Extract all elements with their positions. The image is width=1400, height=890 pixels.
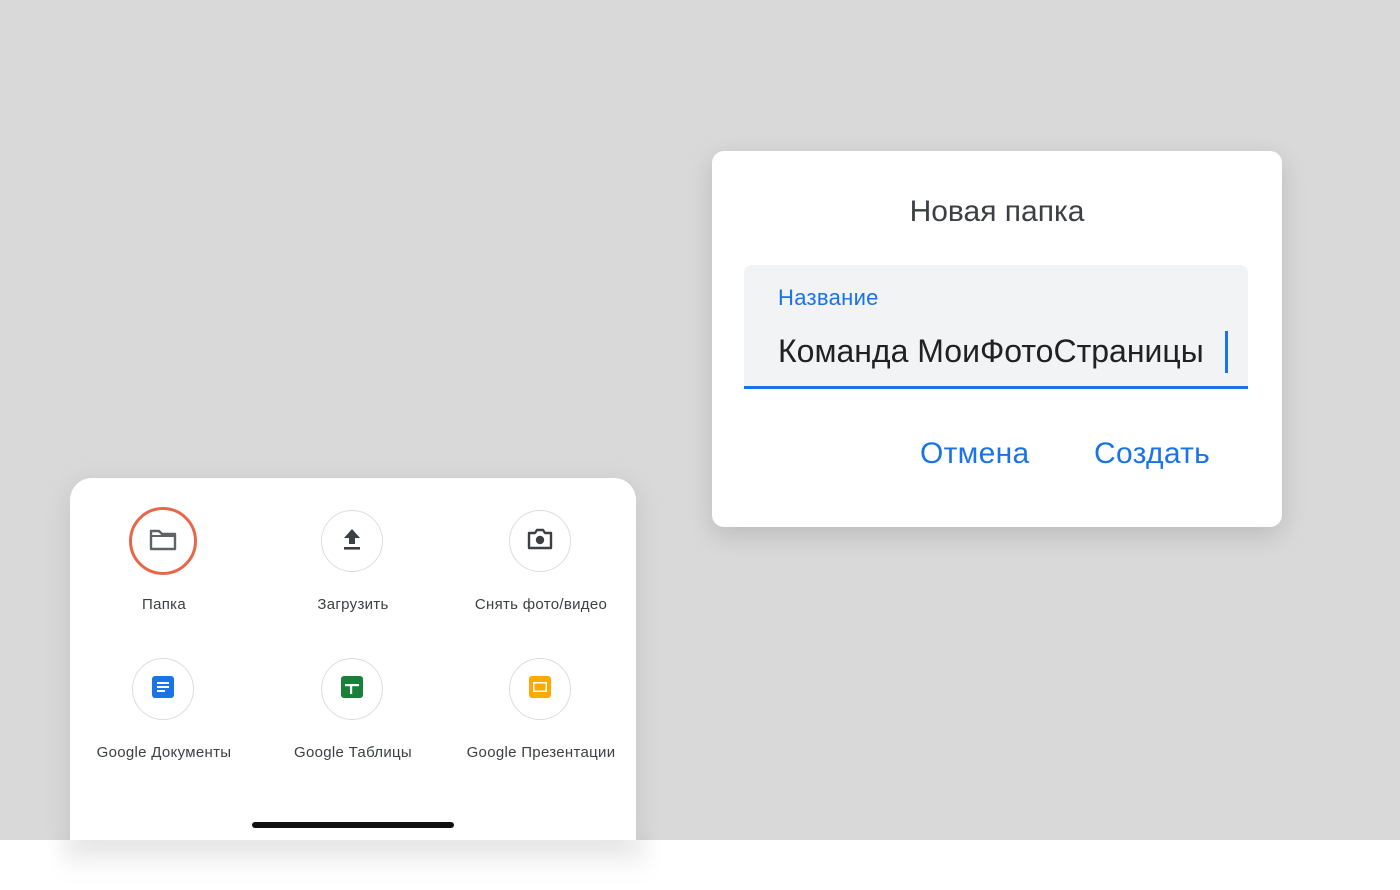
cancel-button[interactable]: Отмена — [914, 433, 1035, 475]
create-folder-label: Папка — [142, 596, 186, 613]
upload-icon — [341, 527, 363, 556]
dialog-title: Новая папка — [909, 195, 1085, 228]
create-button[interactable]: Создать — [1088, 433, 1216, 475]
camera-button[interactable] — [509, 510, 571, 572]
google-slides-button[interactable] — [509, 658, 571, 720]
text-cursor — [1225, 331, 1228, 373]
google-sheets-icon — [340, 675, 364, 704]
google-docs-button[interactable] — [132, 658, 194, 720]
camera-label: Снять фото/видео — [474, 596, 608, 613]
home-indicator — [252, 822, 454, 828]
create-new-sheet: Папка Загрузить Снять фото/видео Google … — [70, 478, 636, 840]
folder-icon — [149, 527, 177, 556]
new-folder-dialog: Новая папка Название Отмена Создать — [712, 151, 1282, 527]
upload-button[interactable] — [321, 510, 383, 572]
google-sheets-button[interactable] — [321, 658, 383, 720]
google-slides-icon — [528, 675, 552, 704]
folder-name-input[interactable] — [774, 329, 1234, 373]
google-sheets-label: Google Таблицы — [294, 744, 412, 761]
camera-icon — [526, 527, 554, 556]
google-slides-label: Google Презентации — [466, 744, 616, 761]
google-docs-icon — [151, 675, 175, 704]
google-docs-label: Google Документы — [96, 744, 232, 761]
folder-name-label: Название — [778, 285, 879, 310]
folder-name-field[interactable]: Название — [744, 265, 1248, 389]
sheet-shadow — [60, 840, 650, 880]
upload-label: Загрузить — [317, 596, 389, 613]
create-folder-button[interactable] — [129, 507, 197, 575]
